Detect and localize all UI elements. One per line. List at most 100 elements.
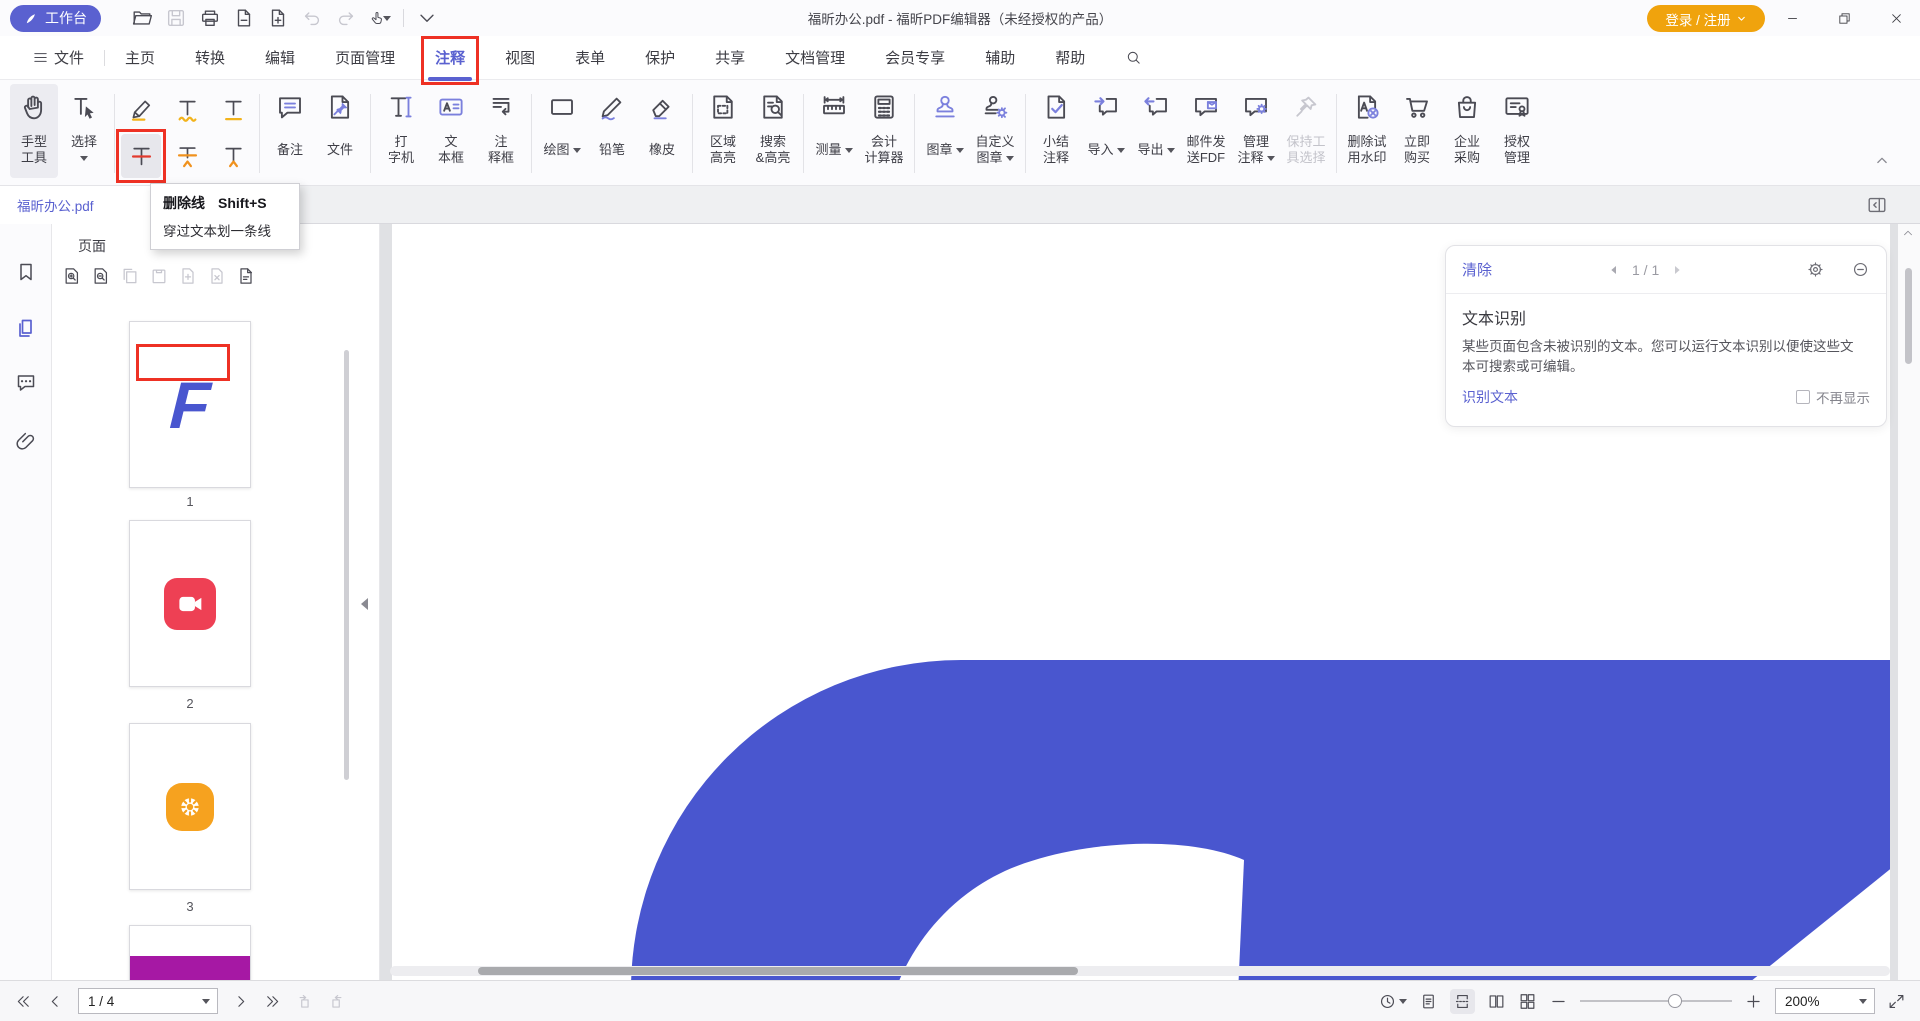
typewriter-button[interactable]: 打字机 [377,84,425,178]
touch-mode-icon[interactable] [369,7,391,29]
workspace-button[interactable]: 工作台 [10,5,101,32]
previous-page[interactable] [46,992,65,1011]
vertical-scrollbar[interactable] [1898,224,1920,980]
thumbnail-page-2[interactable] [129,520,251,687]
area-highlight-button[interactable]: 区域高亮 [699,84,747,178]
panel-toggle-icon[interactable] [1866,194,1888,216]
zoom-in[interactable] [1744,992,1763,1011]
strikeout-text-button[interactable] [121,134,161,178]
thumbnail-scrollbar[interactable] [344,350,349,780]
hand-tool-button[interactable]: 手型工具 [10,84,58,178]
menu-form[interactable]: 表单 [555,43,625,73]
thumbnail-page-4[interactable] [129,925,251,980]
zoom-slider[interactable] [1580,994,1732,1008]
page-number-input[interactable]: 1 / 4 [78,988,218,1014]
calculator-button[interactable]: 会计计算器 [860,84,908,178]
thumbnail-tool-reduce-thumbnails[interactable] [91,266,111,286]
menu-accessibility[interactable]: 辅助 [965,43,1035,73]
last-page[interactable] [263,992,282,1011]
pager-next-icon[interactable] [1669,262,1685,278]
zoom-slider-knob[interactable] [1668,994,1682,1008]
next-page[interactable] [231,992,250,1011]
menu-doc-manage[interactable]: 文档管理 [765,43,865,73]
document-tab[interactable]: 福昕办公.pdf [0,186,152,224]
thumbnail-tool-page-properties[interactable] [236,266,256,286]
zoom-out[interactable] [1549,992,1568,1011]
menu-search[interactable] [1105,43,1162,73]
rail-item-page-thumbnails[interactable] [14,316,38,340]
menu-convert[interactable]: 转换 [175,43,245,73]
zoom-slider-track[interactable] [1580,1000,1732,1002]
thumbnail-tool-enlarge-thumbnails[interactable] [62,266,82,286]
menu-help[interactable]: 帮助 [1035,43,1105,73]
stamp-button[interactable]: 图章 [921,84,969,178]
eraser-button[interactable]: 橡皮 [638,84,686,178]
minimize-button[interactable] [1768,0,1816,36]
menu-edit[interactable]: 编辑 [245,43,315,73]
minimize-panel-icon[interactable] [1851,260,1870,279]
settings-gear-icon[interactable] [1806,260,1825,279]
menu-comment[interactable]: 注释 [415,43,485,73]
select-tool-button[interactable]: 选择 [60,84,108,178]
add-page-icon[interactable] [267,7,289,29]
rail-item-attachments[interactable] [14,429,38,453]
pencil-button[interactable]: 铅笔 [588,84,636,178]
drawing-button[interactable]: 绘图 [538,84,586,178]
manage-comments-button[interactable]: 管理注释 [1232,84,1280,178]
highlight-text-button[interactable] [121,87,161,131]
import-comments-button[interactable]: 导入 [1082,84,1130,178]
scroll-up-icon[interactable] [1901,226,1915,240]
textbox-button[interactable]: 文本框 [427,84,475,178]
remove-trial-watermark-button[interactable]: 删除试用水印 [1343,84,1391,178]
single-page-view[interactable] [1419,992,1438,1011]
menu-page-manage[interactable]: 页面管理 [315,43,415,73]
thumbnail-page-1[interactable]: F [129,321,251,488]
open-folder-icon[interactable] [131,7,153,29]
view-history[interactable] [1378,992,1407,1011]
collapse-ribbon-icon[interactable] [1872,150,1892,170]
delete-page-icon[interactable] [233,7,255,29]
first-page[interactable] [14,992,33,1011]
close-button[interactable] [1872,0,1920,36]
continuous-view[interactable] [1450,989,1475,1014]
menu-share[interactable]: 共享 [695,43,765,73]
restore-button[interactable] [1820,0,1868,36]
menu-protect[interactable]: 保护 [625,43,695,73]
horizontal-scrollbar[interactable] [390,966,1890,976]
note-button[interactable]: 备注 [266,84,314,178]
recognize-text-link[interactable]: 识别文本 [1462,387,1518,407]
facing-continuous-view[interactable] [1518,992,1537,1011]
clear-link[interactable]: 清除 [1462,259,1492,280]
custom-stamp-button[interactable]: 自定义图章 [971,84,1019,178]
print-icon[interactable] [199,7,221,29]
rail-item-bookmarks[interactable] [14,260,38,284]
rail-item-comments[interactable] [14,370,38,394]
file-attach-button[interactable]: 文件 [316,84,364,178]
squiggly-underline-button[interactable] [167,87,207,131]
collapse-panel-handle[interactable] [358,586,371,622]
dont-show-again-checkbox[interactable] [1796,390,1810,404]
email-fdf-button[interactable]: 邮件发送FDF [1182,84,1230,178]
fit-screen[interactable] [1887,992,1906,1011]
menu-home[interactable]: 主页 [105,43,175,73]
menu-view[interactable]: 视图 [485,43,555,73]
summarize-comments-button[interactable]: 小结注释 [1032,84,1080,178]
search-highlight-button[interactable]: 搜索&高亮 [749,84,797,178]
horizontal-scrollbar-thumb[interactable] [478,967,1078,975]
menu-membership[interactable]: 会员专享 [865,43,965,73]
zoom-input[interactable]: 200% [1775,988,1875,1014]
export-comments-button[interactable]: 导出 [1132,84,1180,178]
menu-file[interactable]: 文件 [12,43,104,73]
license-manage-button[interactable]: 授权管理 [1493,84,1541,178]
replace-text-button[interactable] [167,134,207,178]
more-tools-icon[interactable] [416,7,438,29]
callout-button[interactable]: 注释框 [477,84,525,178]
thumbnail-page-3[interactable] [129,723,251,890]
enterprise-purchase-button[interactable]: 企业采购 [1443,84,1491,178]
measure-button[interactable]: 测量 [810,84,858,178]
buy-now-button[interactable]: 立即购买 [1393,84,1441,178]
vertical-scrollbar-thumb[interactable] [1905,268,1912,364]
login-register-button[interactable]: 登录 / 注册 [1647,5,1765,32]
insert-text-button[interactable] [213,134,253,178]
facing-view[interactable] [1487,992,1506,1011]
